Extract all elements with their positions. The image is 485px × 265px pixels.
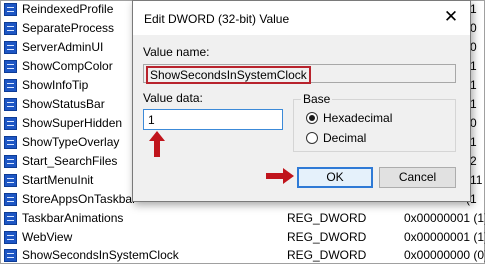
up-arrow-annotation bbox=[149, 131, 165, 157]
hexadecimal-radio[interactable] bbox=[306, 112, 318, 124]
value-name: ShowTypeOverlay bbox=[22, 135, 120, 149]
dword-value-icon bbox=[4, 41, 17, 54]
dword-value-icon bbox=[4, 22, 17, 35]
dword-value-icon bbox=[4, 155, 17, 168]
dword-value-icon bbox=[4, 174, 17, 187]
value-data-text: 1 bbox=[148, 113, 155, 127]
base-label: Base bbox=[301, 92, 333, 106]
value-name: ShowSecondsInSystemClock bbox=[22, 248, 179, 262]
cancel-button[interactable]: Cancel bbox=[379, 167, 456, 188]
value-data-input[interactable]: 1 bbox=[143, 109, 283, 130]
list-item[interactable]: TaskbarAnimations REG_DWORD 0x00000001 (… bbox=[0, 209, 485, 228]
dword-value-icon bbox=[4, 79, 17, 92]
dword-value-icon bbox=[4, 3, 17, 16]
ok-button[interactable]: OK bbox=[297, 167, 373, 188]
list-item[interactable]: WebView REG_DWORD 0x00000001 (1) bbox=[0, 228, 485, 247]
right-arrow-shape bbox=[266, 168, 294, 184]
dword-value-icon bbox=[4, 249, 17, 262]
close-icon[interactable]: ✕ bbox=[440, 6, 462, 28]
value-name: SeparateProcess bbox=[22, 21, 115, 35]
up-arrow-shape bbox=[149, 131, 165, 157]
dword-value-icon bbox=[4, 117, 17, 130]
value-name: StartMenuInit bbox=[22, 173, 94, 187]
decimal-label: Decimal bbox=[323, 131, 367, 145]
right-arrow-annotation bbox=[266, 168, 294, 184]
value-data: 0x00000001 (1) bbox=[404, 211, 485, 225]
value-name: ReindexedProfile bbox=[22, 2, 114, 16]
dialog-titlebar[interactable]: Edit DWORD (32-bit) Value ✕ bbox=[133, 1, 470, 35]
decimal-radio[interactable] bbox=[306, 132, 318, 144]
dialog-title: Edit DWORD (32-bit) Value bbox=[144, 12, 290, 26]
value-type: REG_DWORD bbox=[287, 248, 367, 262]
list-item-selected[interactable]: ShowSecondsInSystemClock REG_DWORD 0x000… bbox=[0, 246, 485, 265]
value-name: WebView bbox=[22, 230, 73, 244]
dword-value-icon bbox=[4, 193, 17, 206]
value-data: 0x00000000 (0) bbox=[404, 248, 485, 262]
value-type: REG_DWORD bbox=[287, 230, 367, 244]
value-name: Start_SearchFiles bbox=[22, 154, 118, 168]
value-data: 0x00000001 (1) bbox=[404, 230, 485, 244]
value-name: StoreAppsOnTaskbar bbox=[22, 192, 137, 206]
value-name-field: ShowSecondsInSystemClock bbox=[143, 64, 456, 84]
value-name: ShowStatusBar bbox=[22, 97, 105, 111]
value-name: ShowSuperHidden bbox=[22, 116, 123, 130]
value-name: TaskbarAnimations bbox=[22, 211, 124, 225]
value-name: ServerAdminUI bbox=[22, 40, 104, 54]
value-name: ShowCompColor bbox=[22, 59, 113, 73]
base-groupbox bbox=[293, 99, 456, 152]
value-name-label: Value name: bbox=[143, 45, 210, 59]
value-data-label: Value data: bbox=[143, 91, 203, 105]
value-name: ShowInfoTip bbox=[22, 78, 89, 92]
value-type: REG_DWORD bbox=[287, 211, 367, 225]
edit-dword-dialog: Edit DWORD (32-bit) Value ✕ Value name: … bbox=[132, 0, 471, 202]
dword-value-icon bbox=[4, 212, 17, 225]
dword-value-icon bbox=[4, 231, 17, 244]
dword-value-icon bbox=[4, 60, 17, 73]
value-name-text: ShowSecondsInSystemClock bbox=[146, 66, 311, 84]
dword-value-icon bbox=[4, 136, 17, 149]
hexadecimal-label: Hexadecimal bbox=[323, 111, 393, 125]
dword-value-icon bbox=[4, 98, 17, 111]
